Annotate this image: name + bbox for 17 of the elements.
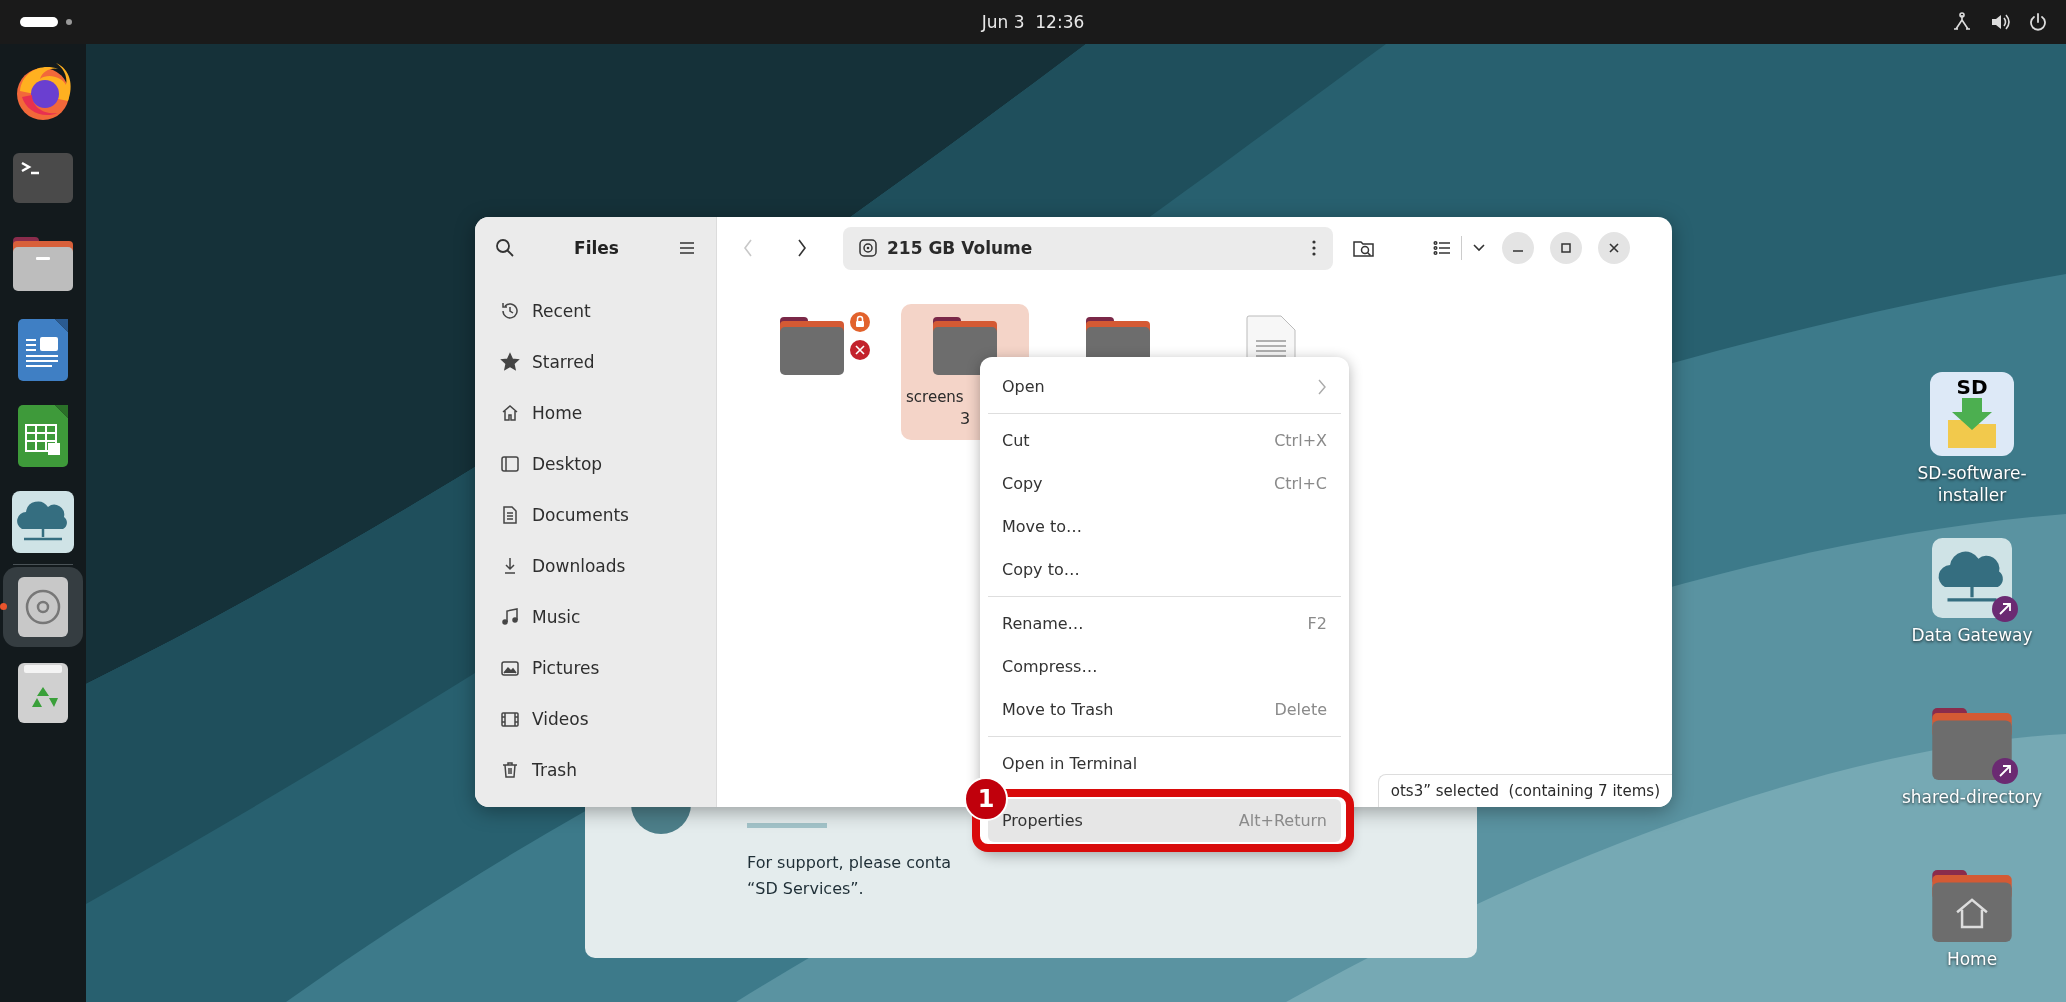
shortcut-text: Ctrl+C (1273, 474, 1327, 493)
shortcut-text: Ctrl+X (1274, 431, 1327, 450)
status-text: ots3” selected (containing 7 items) (1390, 782, 1660, 800)
icon-label: SD-software-installer (1916, 462, 2028, 506)
shortcut-text: Delete (1274, 700, 1327, 719)
icon-label: Data Gateway (1910, 624, 2034, 646)
installer-icon: SD (1930, 372, 2014, 456)
file-name: screens (905, 387, 964, 408)
shortcut-text: F2 (1307, 614, 1327, 633)
app-title: Files (574, 238, 619, 258)
icon-label: shared-directory (1900, 786, 2044, 808)
path-text: 215 GB Volume (887, 238, 1034, 258)
icon-label: Home (1945, 948, 1999, 970)
shortcut-text: Alt+Return (1238, 811, 1327, 830)
file-name: 3 (959, 408, 971, 430)
support-text: “SD Services”. (747, 878, 865, 900)
support-text: For support, please conta (747, 852, 951, 874)
